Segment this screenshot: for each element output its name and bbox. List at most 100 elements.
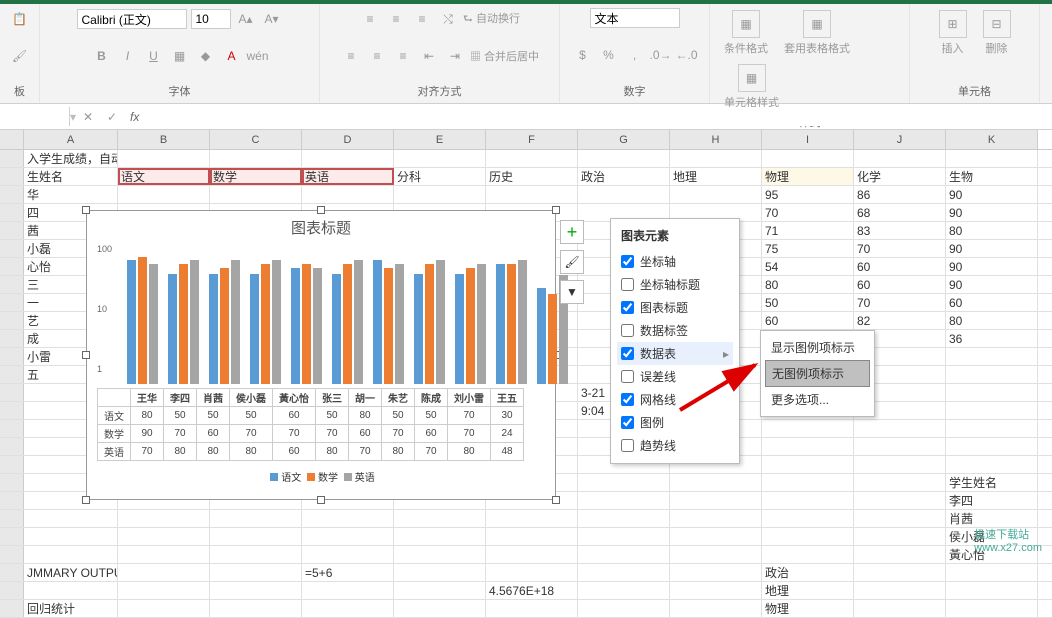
chart-styles-button[interactable]: 🖌 (560, 250, 584, 274)
cell[interactable] (670, 150, 762, 167)
chart-object[interactable]: 图表标题 100 10 1 王华李四肖茜侯小磊黃心怡张三胡一朱艺陈成刘小雷王五语… (86, 210, 556, 500)
cell[interactable] (118, 150, 210, 167)
cell[interactable]: 物理 (762, 600, 854, 617)
cell[interactable]: 华 (24, 186, 118, 203)
cell[interactable] (578, 582, 670, 599)
cell[interactable]: JMMARY OUTPUT (24, 564, 118, 581)
cell[interactable] (394, 546, 486, 563)
cell[interactable] (210, 546, 302, 563)
cell[interactable]: 71 (762, 222, 854, 239)
cell[interactable]: 82 (854, 312, 946, 329)
cell[interactable] (854, 528, 946, 545)
cell[interactable] (670, 528, 762, 545)
cell[interactable] (210, 564, 302, 581)
phonetic-icon[interactable]: wén (247, 45, 269, 67)
format-painter-icon[interactable]: 🖌 (9, 45, 31, 67)
cell[interactable] (854, 456, 946, 473)
table-format-button[interactable]: ▦套用表格格式 (778, 8, 856, 58)
cell[interactable] (578, 528, 670, 545)
chart-filters-button[interactable]: ▼ (560, 280, 584, 304)
cell[interactable] (854, 438, 946, 455)
cell-style-button[interactable]: ▦单元格样式 (718, 62, 785, 112)
delete-button[interactable]: ⊟删除 (977, 8, 1017, 58)
cell[interactable] (578, 492, 670, 509)
cell[interactable] (578, 186, 670, 203)
cell[interactable]: 生物 (946, 168, 1038, 185)
cell[interactable] (946, 564, 1038, 581)
cell[interactable] (670, 474, 762, 491)
cell[interactable]: 60 (762, 312, 854, 329)
cell[interactable] (24, 528, 118, 545)
align-bot-icon[interactable]: ≡ (411, 8, 433, 30)
cell[interactable] (210, 150, 302, 167)
cell[interactable] (946, 348, 1038, 365)
cell[interactable] (486, 528, 578, 545)
decrease-font-icon[interactable]: A▾ (261, 8, 283, 30)
cell[interactable] (118, 564, 210, 581)
cell[interactable]: 83 (854, 222, 946, 239)
increase-font-icon[interactable]: A▴ (235, 8, 257, 30)
align-left-icon[interactable]: ≡ (340, 45, 362, 67)
cell[interactable] (302, 510, 394, 527)
cell[interactable] (578, 510, 670, 527)
cell[interactable] (486, 564, 578, 581)
insert-button[interactable]: ⊞插入 (933, 8, 973, 58)
cell[interactable]: 90 (946, 240, 1038, 257)
chk-gridlines[interactable]: 网格线 (617, 388, 733, 411)
cell[interactable] (762, 456, 854, 473)
cell[interactable]: 80 (946, 312, 1038, 329)
chk-axis-title[interactable]: 坐标轴标题 (617, 273, 733, 296)
cell[interactable] (762, 150, 854, 167)
cell[interactable] (854, 510, 946, 527)
cell[interactable] (670, 546, 762, 563)
italic-button[interactable]: I (117, 45, 139, 67)
cell[interactable]: 86 (854, 186, 946, 203)
cell[interactable] (854, 600, 946, 617)
cell[interactable] (946, 438, 1038, 455)
cell[interactable] (670, 600, 762, 617)
merge-button[interactable]: ▦ 合并后居中 (470, 48, 539, 64)
font-name-select[interactable] (77, 9, 187, 29)
cell[interactable] (210, 582, 302, 599)
chk-data-labels[interactable]: 数据标签 (617, 319, 733, 342)
cell[interactable] (670, 186, 762, 203)
cell[interactable]: 90 (946, 186, 1038, 203)
cell[interactable]: 80 (946, 222, 1038, 239)
cell[interactable]: 60 (946, 294, 1038, 311)
comma-icon[interactable]: , (624, 44, 646, 66)
cell[interactable]: 68 (854, 204, 946, 221)
cell[interactable] (854, 582, 946, 599)
chart-title[interactable]: 图表标题 (87, 211, 555, 244)
cell[interactable] (670, 492, 762, 509)
cell[interactable] (854, 150, 946, 167)
chk-legend[interactable]: 图例 (617, 411, 733, 434)
cell[interactable]: 入学生成绩，自动统计学科的平均分等数据。班级：X年X班统计日期：X年X月X日 (24, 150, 118, 167)
cell[interactable]: 物理 (762, 168, 854, 185)
cell[interactable] (762, 438, 854, 455)
percent-icon[interactable]: % (598, 44, 620, 66)
confirm-icon[interactable]: ✓ (100, 110, 124, 124)
cell[interactable] (24, 546, 118, 563)
cell[interactable] (946, 384, 1038, 401)
chart-plot-area[interactable]: 100 10 1 (97, 244, 545, 384)
cell[interactable]: 90 (946, 258, 1038, 275)
name-box[interactable] (0, 107, 70, 126)
submenu-more[interactable]: 更多选项... (765, 387, 870, 412)
cell[interactable] (578, 474, 670, 491)
cell[interactable]: 生姓名 (24, 168, 118, 185)
number-format-select[interactable] (590, 8, 680, 28)
cell[interactable] (394, 186, 486, 203)
cell[interactable]: 地理 (670, 168, 762, 185)
cell[interactable] (578, 546, 670, 563)
cell[interactable]: 语文 (118, 168, 210, 185)
cell[interactable] (210, 186, 302, 203)
cell[interactable] (946, 402, 1038, 419)
indent-inc-icon[interactable]: ⇥ (444, 45, 466, 67)
cell[interactable] (946, 600, 1038, 617)
cell[interactable]: 80 (762, 276, 854, 293)
cell[interactable]: 70 (854, 240, 946, 257)
cell[interactable]: 36 (946, 330, 1038, 347)
cell[interactable]: 60 (854, 258, 946, 275)
cell[interactable] (854, 474, 946, 491)
cell[interactable] (394, 600, 486, 617)
